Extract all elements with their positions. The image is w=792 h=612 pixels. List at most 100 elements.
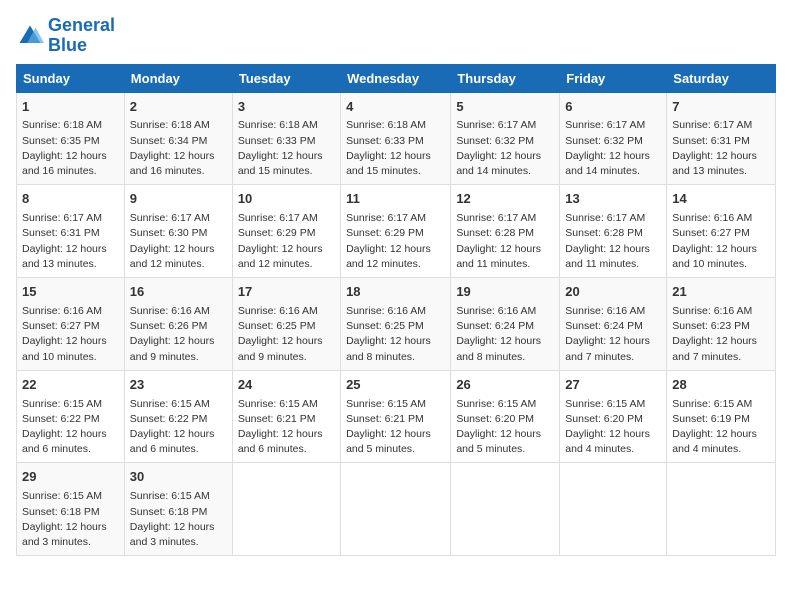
calendar-cell: 5Sunrise: 6:17 AMSunset: 6:32 PMDaylight…: [451, 92, 560, 185]
day-info-line: and 16 minutes.: [130, 165, 205, 177]
day-info-line: and 13 minutes.: [672, 165, 747, 177]
day-number: 4: [346, 98, 445, 117]
day-number: 2: [130, 98, 227, 117]
calendar-cell: 25 Sunrise: 6:15 AMSunset: 6:21 PMDayligh…: [341, 370, 451, 463]
day-info-line: Sunset: 6:20 PM: [565, 413, 643, 425]
day-info-line: Sunset: 6:25 PM: [346, 320, 424, 332]
day-number: 1: [22, 98, 119, 117]
calendar-cell: 8Sunrise: 6:17 AMSunset: 6:31 PMDaylight…: [17, 185, 125, 278]
day-number: 6: [565, 98, 661, 117]
day-number: 8: [22, 190, 119, 209]
day-info-line: Sunset: 6:24 PM: [456, 320, 534, 332]
day-info-line: Sunrise: 6:15 AM: [238, 398, 318, 410]
calendar-cell: 21Sunrise: 6:16 AMSunset: 6:23 PMDayligh…: [667, 278, 776, 371]
day-info-line: Sunset: 6:21 PM: [238, 413, 316, 425]
day-info-line: Sunrise: 6:17 AM: [672, 119, 752, 131]
day-info-line: Sunset: 6:34 PM: [130, 135, 208, 147]
day-info-line: Sunset: 6:21 PM: [346, 413, 424, 425]
day-info-line: Daylight: 12 hours: [238, 150, 323, 162]
calendar-cell: 15Sunrise: 6:16 AMSunset: 6:27 PMDayligh…: [17, 278, 125, 371]
day-of-week-row: SundayMondayTuesdayWednesdayThursdayFrid…: [17, 64, 776, 92]
day-number: 7: [672, 98, 770, 117]
day-info-line: Daylight: 12 hours: [130, 428, 215, 440]
day-info-line: Daylight: 12 hours: [346, 428, 431, 440]
day-info: Sunrise: 6:17 AMSunset: 6:32 PMDaylight:…: [456, 118, 554, 179]
calendar-cell: 1Sunrise: 6:18 AMSunset: 6:35 PMDaylight…: [17, 92, 125, 185]
day-info-line: and 6 minutes.: [238, 443, 307, 455]
day-info-line: Daylight: 12 hours: [456, 428, 541, 440]
dow-header: Tuesday: [232, 64, 340, 92]
dow-header: Saturday: [667, 64, 776, 92]
day-info-line: Sunrise: 6:18 AM: [130, 119, 210, 131]
day-number: 15: [22, 283, 119, 302]
day-info: Sunrise: 6:15 AMSunset: 6:22 PMDaylight:…: [130, 397, 227, 458]
day-info: Sunrise: 6:15 AMSunset: 6:21 PMDaylight:…: [346, 397, 445, 458]
day-info: Sunrise: 6:15 AMSunset: 6:19 PMDaylight:…: [672, 397, 770, 458]
day-info-line: Sunrise: 6:15 AM: [130, 398, 210, 410]
day-info: Sunrise: 6:16 AMSunset: 6:25 PMDaylight:…: [346, 304, 445, 365]
calendar-cell: 14Sunrise: 6:16 AMSunset: 6:27 PMDayligh…: [667, 185, 776, 278]
calendar-cell: 6Sunrise: 6:17 AMSunset: 6:32 PMDaylight…: [560, 92, 667, 185]
calendar-table: SundayMondayTuesdayWednesdayThursdayFrid…: [16, 64, 776, 557]
day-number: 22: [22, 376, 119, 395]
dow-header: Thursday: [451, 64, 560, 92]
calendar-cell: 18Sunrise: 6:16 AMSunset: 6:25 PMDayligh…: [341, 278, 451, 371]
day-info-line: and 15 minutes.: [238, 165, 313, 177]
day-number: 18: [346, 283, 445, 302]
day-info-line: Sunrise: 6:17 AM: [456, 212, 536, 224]
day-info: Sunrise: 6:16 AMSunset: 6:26 PMDaylight:…: [130, 304, 227, 365]
day-info-line: and 7 minutes.: [672, 351, 741, 363]
calendar-cell: 30Sunrise: 6:15 AMSunset: 6:18 PMDayligh…: [124, 463, 232, 556]
day-info-line: and 11 minutes.: [456, 258, 530, 270]
day-info-line: Sunset: 6:27 PM: [22, 320, 100, 332]
day-info-line: Sunrise: 6:16 AM: [238, 305, 318, 317]
day-info-line: Sunset: 6:25 PM: [238, 320, 316, 332]
day-info: Sunrise: 6:16 AMSunset: 6:24 PMDaylight:…: [456, 304, 554, 365]
day-info-line: Sunset: 6:26 PM: [130, 320, 208, 332]
day-info-line: Sunset: 6:24 PM: [565, 320, 643, 332]
dow-header: Wednesday: [341, 64, 451, 92]
day-info-line: Daylight: 12 hours: [130, 243, 215, 255]
day-info: Sunrise: 6:18 AMSunset: 6:33 PMDaylight:…: [346, 118, 445, 179]
calendar-cell: 17Sunrise: 6:16 AMSunset: 6:25 PMDayligh…: [232, 278, 340, 371]
day-number: 28: [672, 376, 770, 395]
day-info: Sunrise: 6:15 AMSunset: 6:20 PMDaylight:…: [456, 397, 554, 458]
calendar-cell: 4Sunrise: 6:18 AMSunset: 6:33 PMDaylight…: [341, 92, 451, 185]
calendar-week-row: 1Sunrise: 6:18 AMSunset: 6:35 PMDaylight…: [17, 92, 776, 185]
day-info-line: Sunrise: 6:18 AM: [22, 119, 102, 131]
day-info-line: Sunrise: 6:15 AM: [565, 398, 645, 410]
day-info-line: Sunset: 6:33 PM: [346, 135, 424, 147]
day-info: Sunrise: 6:16 AMSunset: 6:24 PMDaylight:…: [565, 304, 661, 365]
day-info-line: and 10 minutes.: [672, 258, 747, 270]
calendar-cell: [232, 463, 340, 556]
calendar-cell: 3Sunrise: 6:18 AMSunset: 6:33 PMDaylight…: [232, 92, 340, 185]
day-info-line: and 3 minutes.: [22, 536, 91, 548]
day-number: 12: [456, 190, 554, 209]
day-info-line: and 6 minutes.: [22, 443, 91, 455]
day-info-line: and 8 minutes.: [456, 351, 525, 363]
day-number: 29: [22, 468, 119, 487]
day-info-line: Daylight: 12 hours: [22, 243, 107, 255]
day-number: 24: [238, 376, 335, 395]
day-info-line: and 11 minutes.: [565, 258, 639, 270]
day-info-line: Daylight: 12 hours: [130, 521, 215, 533]
day-info-line: Daylight: 12 hours: [238, 335, 323, 347]
day-number: 30: [130, 468, 227, 487]
day-number: 20: [565, 283, 661, 302]
day-info-line: Sunrise: 6:16 AM: [346, 305, 426, 317]
day-info: Sunrise: 6:15 AMSunset: 6:18 PMDaylight:…: [22, 489, 119, 550]
day-info-line: Sunset: 6:29 PM: [346, 227, 424, 239]
day-info-line: and 5 minutes.: [346, 443, 415, 455]
day-info-line: Daylight: 12 hours: [346, 150, 431, 162]
day-info-line: and 9 minutes.: [238, 351, 307, 363]
day-info-line: Sunrise: 6:17 AM: [22, 212, 102, 224]
day-info-line: Sunrise: 6:17 AM: [238, 212, 318, 224]
calendar-cell: 28 Sunrise: 6:15 AMSunset: 6:19 PMDayligh…: [667, 370, 776, 463]
day-info: Sunrise: 6:18 AMSunset: 6:35 PMDaylight:…: [22, 118, 119, 179]
day-info-line: and 4 minutes.: [565, 443, 634, 455]
calendar-cell: [560, 463, 667, 556]
day-info-line: Daylight: 12 hours: [565, 335, 650, 347]
day-info-line: Daylight: 12 hours: [456, 243, 541, 255]
day-info: Sunrise: 6:15 AMSunset: 6:22 PMDaylight:…: [22, 397, 119, 458]
day-number: 25: [346, 376, 445, 395]
